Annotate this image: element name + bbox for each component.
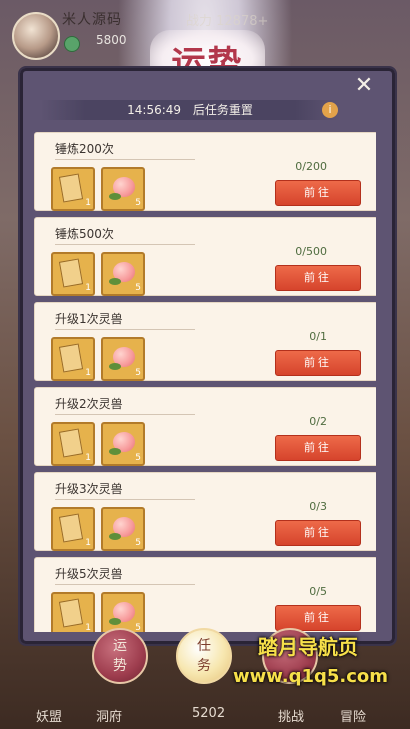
reward-peach[interactable]: 5: [101, 507, 145, 551]
divider: [55, 329, 195, 330]
reset-text: 后任务重置: [192, 103, 253, 117]
go-button[interactable]: 前往: [275, 520, 361, 546]
reward-qty: 1: [85, 283, 91, 293]
reset-time: 14:56:49: [127, 103, 182, 117]
reward-qty: 5: [135, 453, 141, 463]
scroll-icon: [58, 513, 84, 543]
nav-adventure[interactable]: 冒险: [340, 706, 366, 725]
task-progress: 0/2: [309, 415, 327, 428]
reward-qty: 1: [85, 538, 91, 548]
task-progress: 0/200: [295, 160, 327, 173]
reward-qty: 1: [85, 368, 91, 378]
reset-timer-bar: 14:56:49 后任务重置: [40, 100, 340, 120]
nav-challenge[interactable]: 挑战: [278, 706, 304, 725]
divider: [55, 584, 195, 585]
player-avatar[interactable]: [12, 12, 60, 60]
task-progress: 0/500: [295, 245, 327, 258]
task-card: 锤炼500次 0/500 1 5 前往: [34, 217, 376, 296]
go-button[interactable]: 前往: [275, 180, 361, 206]
divider: [55, 414, 195, 415]
leaf-icon: [109, 193, 121, 200]
scroll-icon: [58, 428, 84, 458]
task-card: 升级2次灵兽 0/2 1 5 前往: [34, 387, 376, 466]
divider: [55, 159, 195, 160]
scroll-icon: [58, 173, 84, 203]
reward-qty: 1: [85, 198, 91, 208]
divider: [55, 499, 195, 500]
go-button[interactable]: 前往: [275, 265, 361, 291]
reward-qty: 1: [85, 453, 91, 463]
leaf-icon: [109, 363, 121, 370]
reward-qty: 5: [135, 368, 141, 378]
bottom-number: 5202: [192, 706, 226, 721]
reward-qty: 5: [135, 538, 141, 548]
task-card: 升级1次灵兽 0/1 1 5 前往: [34, 302, 376, 381]
task-card: 升级5次灵兽 0/5 1 5 前往: [34, 557, 376, 632]
watermark-line1: 踏月导航页: [258, 635, 358, 659]
reward-scroll[interactable]: 1: [51, 337, 95, 381]
task-list[interactable]: 锤炼200次 0/200 1 5 前往 锤炼500次 0/500 1 5 前往 …: [34, 132, 376, 632]
scroll-icon: [58, 258, 84, 288]
reward-peach[interactable]: 5: [101, 167, 145, 211]
player-name: 米人源码: [62, 12, 122, 28]
reward-qty: 5: [135, 283, 141, 293]
reward-scroll[interactable]: 1: [51, 507, 95, 551]
divider: [55, 244, 195, 245]
reward-peach[interactable]: 5: [101, 252, 145, 296]
power-value: 战力 12878+: [186, 14, 269, 29]
coin-icon: [64, 36, 80, 52]
leaf-icon: [109, 533, 121, 540]
nav-cave[interactable]: 洞府: [96, 706, 122, 725]
task-name: 升级5次灵兽: [55, 567, 123, 581]
task-name: 升级1次灵兽: [55, 312, 123, 326]
leaf-icon: [109, 448, 121, 455]
reward-scroll[interactable]: 1: [51, 422, 95, 466]
reward-peach[interactable]: 5: [101, 337, 145, 381]
task-card: 锤炼200次 0/200 1 5 前往: [34, 132, 376, 211]
info-icon[interactable]: i: [322, 102, 338, 118]
go-button[interactable]: 前往: [275, 435, 361, 461]
tab-task[interactable]: 任 务: [176, 628, 232, 684]
nav-sect[interactable]: 妖盟: [36, 706, 62, 725]
task-name: 升级2次灵兽: [55, 397, 123, 411]
task-progress: 0/1: [309, 330, 327, 343]
task-name: 锤炼200次: [55, 142, 114, 156]
task-card: 升级3次灵兽 0/3 1 5 前往: [34, 472, 376, 551]
task-progress: 0/5: [309, 585, 327, 598]
task-name: 锤炼500次: [55, 227, 114, 241]
reward-scroll[interactable]: 1: [51, 167, 95, 211]
leaf-icon: [109, 618, 121, 625]
coin-amount: 5800: [96, 33, 127, 47]
scroll-icon: [58, 343, 84, 373]
tab-fortune[interactable]: 运 势: [92, 628, 148, 684]
reward-scroll[interactable]: 1: [51, 252, 95, 296]
task-name: 升级3次灵兽: [55, 482, 123, 496]
close-icon[interactable]: ✕: [352, 74, 376, 98]
task-progress: 0/3: [309, 500, 327, 513]
leaf-icon: [109, 278, 121, 285]
watermark-line2: www.q1q5.com: [233, 666, 389, 687]
scroll-icon: [58, 598, 84, 628]
reward-qty: 5: [135, 198, 141, 208]
reward-peach[interactable]: 5: [101, 422, 145, 466]
go-button[interactable]: 前往: [275, 350, 361, 376]
